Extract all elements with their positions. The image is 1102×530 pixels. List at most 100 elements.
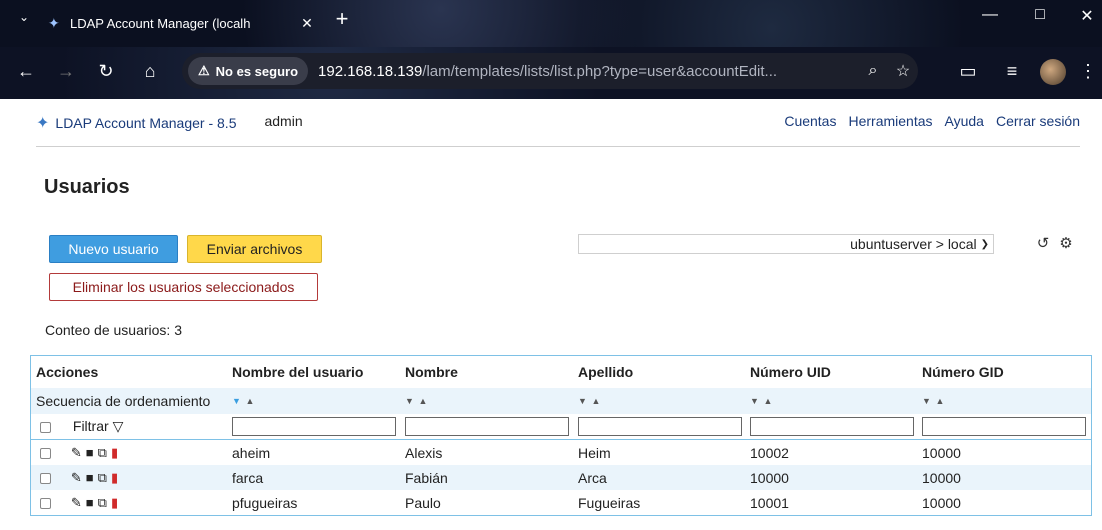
address-bar[interactable]: ⚠ No es seguro 192.168.18.139/lam/templa… [182,53,918,89]
suffix-select[interactable]: ubuntuserver > local ❯ [578,234,994,254]
table-row[interactable]: ✎ ■ ⧉ ▮ pfugueiras Paulo Fugueiras 10001 10… [31,490,1091,515]
filter-label[interactable]: Filtrar [73,418,109,434]
upload-button[interactable]: Enviar archivos [187,235,322,263]
cell-given-name: Fabián [405,469,448,486]
suffix-value: ubuntuserver > local [850,236,977,252]
cell-uid[interactable]: pfugueiras [227,495,400,511]
pdf-icon[interactable]: ▮ [111,445,118,461]
sort-asc-icon[interactable]: ▲ [245,396,255,406]
sort-arrows[interactable]: ▼ ▲ [573,396,745,406]
cell-uid[interactable]: aheim [227,445,400,461]
users-table: Acciones Nombre del usuario Nombre Apell… [30,355,1092,516]
url-text[interactable]: 192.168.18.139/lam/templates/lists/list.… [318,63,858,80]
page-content: ✦ LDAP Account Manager - 8.5 admin Cuent… [0,99,1102,530]
filter-given-name-input[interactable] [405,417,569,436]
edit-icon[interactable]: ✎ [71,495,82,511]
edit-icon[interactable]: ✎ [71,470,82,486]
maximize-icon[interactable]: □ [1025,6,1055,24]
filter-uid-input[interactable] [232,417,396,436]
filter-icon[interactable]: ▽ [113,418,124,434]
cell-gid-number: 10000 [922,469,961,486]
sort-row: Secuencia de ordenamiento ▼ ▲ ▼ ▲ ▼ ▲ ▼ … [31,388,1091,414]
edit-icon[interactable]: ✎ [71,445,82,461]
star-icon[interactable]: ☆ [888,61,918,81]
ldap-logo-icon: ✦ [48,14,60,31]
sort-arrows[interactable]: ▼ ▲ [400,396,573,406]
refresh-icon[interactable]: ↺ [1034,234,1052,252]
new-tab-icon[interactable]: + [330,6,354,32]
sort-desc-icon[interactable]: ▼ [405,396,415,406]
brand[interactable]: ✦ LDAP Account Manager - 8.5 [36,113,236,133]
menu-icon[interactable]: ⋮ [1078,61,1098,82]
sort-arrows[interactable]: ▼ ▲ [227,396,400,406]
close-icon[interactable]: ✕ [296,15,318,32]
security-chip-label: No es seguro [215,63,299,79]
cell-surname: Fugueiras [578,494,641,511]
pdf-icon[interactable]: ▮ [111,495,118,511]
row-checkbox[interactable] [40,472,51,484]
browser-tab[interactable]: ✦ LDAP Account Manager (localh ✕ [48,8,318,38]
row-checkbox[interactable] [40,447,51,459]
logged-user: admin [264,113,303,129]
copy-icon[interactable]: ⧉ [98,495,107,511]
delete-icon[interactable]: ■ [86,470,94,486]
sort-asc-icon[interactable]: ▲ [418,396,428,406]
col-header-uid-number[interactable]: Número UID [745,364,917,380]
sort-desc-icon[interactable]: ▼ [232,396,242,406]
sort-arrows[interactable]: ▼ ▲ [745,396,917,406]
filter-row: Filtrar ▽ [31,414,1091,440]
home-icon[interactable]: ⌂ [136,61,164,82]
sort-asc-icon[interactable]: ▲ [591,396,601,406]
ldap-logo-icon: ✦ [36,115,50,132]
cell-uid[interactable]: farca [227,470,400,486]
window-close-icon[interactable]: ✕ [1072,6,1102,26]
url-path: /lam/templates/lists/list.php?type=user&… [422,62,778,80]
col-header-surname[interactable]: Apellido [573,364,745,380]
delete-icon[interactable]: ■ [86,495,94,511]
copy-icon[interactable]: ⧉ [98,470,107,486]
new-user-button[interactable]: Nuevo usuario [49,235,178,263]
sort-desc-icon[interactable]: ▼ [922,396,932,406]
nav-logout[interactable]: Cerrar sesión [996,113,1080,129]
filter-cell [573,417,745,436]
copy-icon[interactable]: ⧉ [98,445,107,461]
extensions-icon[interactable]: ▭ [954,61,982,82]
back-icon[interactable]: ← [12,61,40,82]
sort-arrows[interactable]: ▼ ▲ [917,396,1091,406]
security-chip[interactable]: ⚠ No es seguro [188,57,309,85]
col-header-uid[interactable]: Nombre del usuario [227,364,400,380]
row-checkbox[interactable] [40,497,51,509]
pdf-icon[interactable]: ▮ [111,470,118,486]
settings-icon[interactable]: ⚙ [1057,234,1075,252]
nav-tools[interactable]: Herramientas [848,113,932,129]
delete-selected-button[interactable]: Eliminar los usuarios seleccionados [49,273,318,301]
filter-gid-number-input[interactable] [922,417,1086,436]
nav-help[interactable]: Ayuda [945,113,984,129]
avatar[interactable] [1040,59,1066,85]
cell-gid-number: 10000 [922,444,961,461]
col-header-given-name[interactable]: Nombre [400,364,573,380]
sort-asc-icon[interactable]: ▲ [763,396,773,406]
table-row[interactable]: ✎ ■ ⧉ ▮ aheim Alexis Heim 10002 10000 [31,440,1091,465]
reload-icon[interactable]: ↻ [92,61,120,82]
sort-desc-icon[interactable]: ▼ [578,396,588,406]
cell-given-name: Alexis [405,444,443,461]
zoom-icon[interactable]: ⌕ [858,62,888,80]
nav-accounts[interactable]: Cuentas [784,113,836,129]
sort-label-text: Secuencia de ordenamiento [36,393,211,409]
url-host: 192.168.18.139 [318,62,423,80]
sort-desc-icon[interactable]: ▼ [750,396,760,406]
forward-icon[interactable]: → [52,61,80,82]
reading-list-icon[interactable]: ≡ [998,61,1026,82]
minimize-icon[interactable]: — [975,6,1005,24]
table-row[interactable]: ✎ ■ ⧉ ▮ farca Fabián Arca 10000 10000 [31,465,1091,490]
col-header-gid-number[interactable]: Número GID [917,364,1091,380]
tab-dropdown-icon[interactable]: ⌄ [14,10,34,24]
select-all-checkbox[interactable] [40,421,51,433]
filter-surname-input[interactable] [578,417,742,436]
sort-asc-icon[interactable]: ▲ [935,396,945,406]
delete-icon[interactable]: ■ [86,445,94,461]
filter-uid-number-input[interactable] [750,417,914,436]
cell-surname: Heim [578,444,611,461]
cell-gid-number: 10000 [922,494,961,511]
